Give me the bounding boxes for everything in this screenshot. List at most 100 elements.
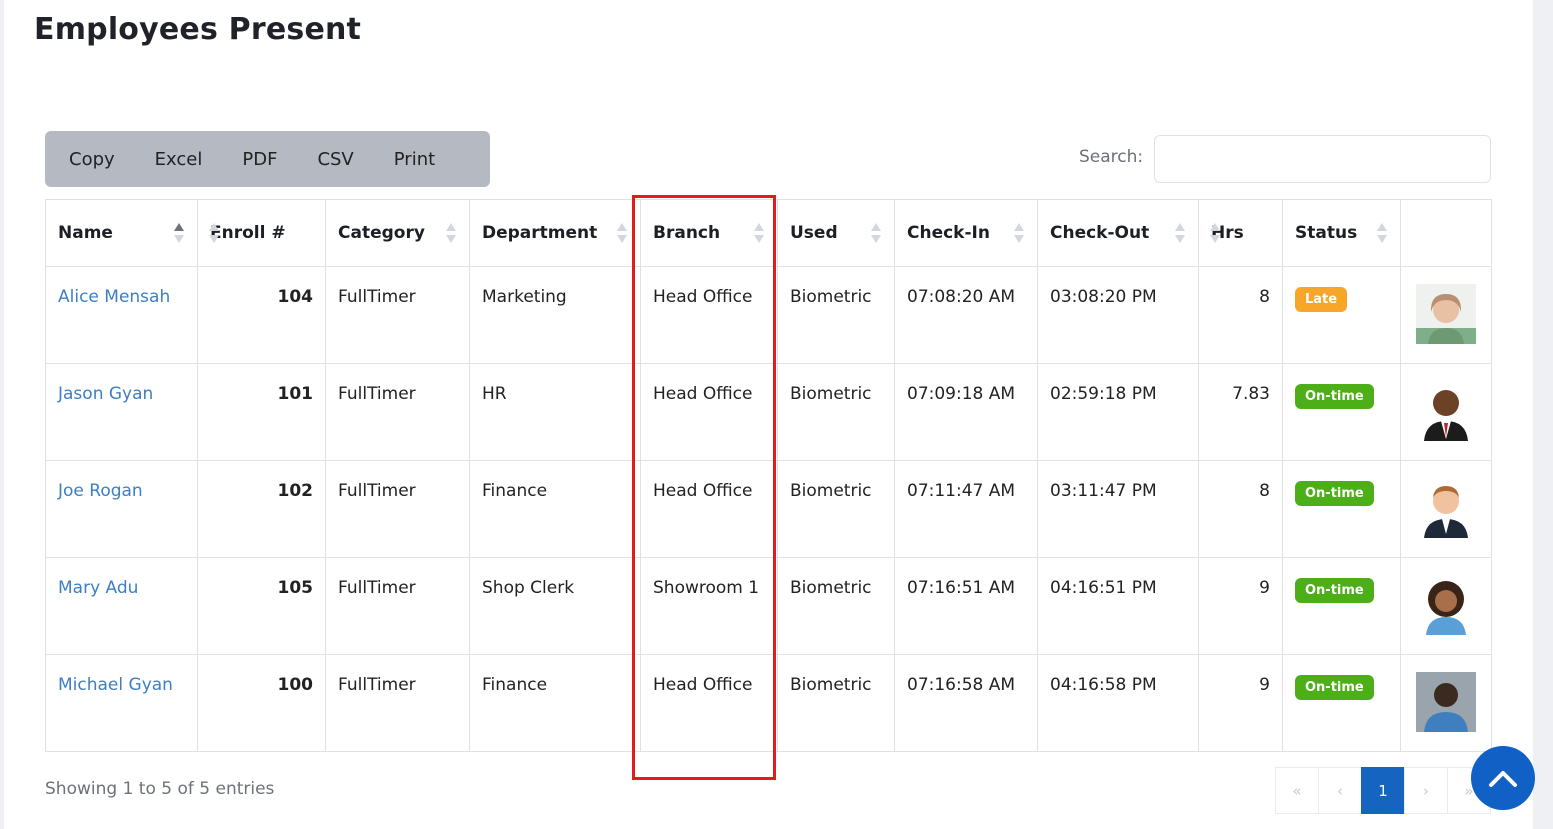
page-title: Employees Present	[34, 12, 362, 47]
column-header-status[interactable]: Status	[1282, 199, 1401, 267]
table-row: Alice Mensah 104 FullTimer Marketing Head Of…	[45, 266, 1492, 364]
cell-hrs: 8	[1198, 460, 1283, 558]
cell-branch: Head Office	[640, 266, 778, 364]
cell-hrs: 8	[1198, 266, 1283, 364]
cell-status: On-time	[1282, 363, 1401, 461]
cell-photo	[1400, 363, 1492, 461]
employees-table: Name Enroll # Category Department Branch…	[45, 199, 1492, 752]
column-header-department[interactable]: Department	[469, 199, 641, 267]
sort-icon	[1174, 222, 1186, 244]
column-header-label: Enroll #	[210, 223, 286, 243]
column-header-name[interactable]: Name	[45, 199, 198, 267]
cell-department: Shop Clerk	[469, 557, 641, 655]
sort-icon	[1013, 222, 1025, 244]
column-header-check-out[interactable]: Check-Out	[1037, 199, 1199, 267]
cell-category: FullTimer	[325, 363, 470, 461]
search-label: Search:	[1079, 147, 1144, 167]
column-header-label: Department	[482, 223, 598, 243]
column-header-label: Status	[1295, 223, 1358, 243]
employee-name-link[interactable]: Mary Adu	[58, 578, 138, 598]
cell-used: Biometric	[777, 363, 895, 461]
cell-check-out: 04:16:51 PM	[1037, 557, 1199, 655]
csv-button[interactable]: CSV	[317, 149, 353, 170]
cell-check-in: 07:11:47 AM	[894, 460, 1038, 558]
search-input[interactable]	[1154, 135, 1491, 183]
avatar	[1416, 478, 1476, 538]
cell-branch: Head Office	[640, 654, 778, 752]
table-row: Michael Gyan 100 FullTimer Finance Head Offi…	[45, 654, 1492, 752]
cell-photo	[1400, 266, 1492, 364]
cell-used: Biometric	[777, 266, 895, 364]
table-row: Joe Rogan 102 FullTimer Finance Head Office B…	[45, 460, 1492, 558]
sort-icon	[870, 222, 882, 244]
pdf-button[interactable]: PDF	[242, 149, 277, 170]
avatar	[1416, 381, 1476, 441]
sort-icon	[1376, 222, 1388, 244]
cell-status: On-time	[1282, 460, 1401, 558]
employee-name-link[interactable]: Alice Mensah	[58, 287, 170, 307]
column-header-label: Name	[58, 223, 113, 243]
cell-enroll: 102	[197, 460, 326, 558]
table-header-row: Name Enroll # Category Department Branch…	[45, 199, 1492, 267]
cell-status: On-time	[1282, 654, 1401, 752]
column-header-check-in[interactable]: Check-In	[894, 199, 1038, 267]
cell-name: Alice Mensah	[45, 266, 198, 364]
cell-department: HR	[469, 363, 641, 461]
excel-button[interactable]: Excel	[155, 149, 203, 170]
cell-photo	[1400, 557, 1492, 655]
cell-enroll: 104	[197, 266, 326, 364]
cell-department: Finance	[469, 654, 641, 752]
previous-page-button[interactable]: ‹	[1318, 767, 1362, 814]
cell-category: FullTimer	[325, 460, 470, 558]
cell-used: Biometric	[777, 460, 895, 558]
page-1-button[interactable]: 1	[1361, 767, 1405, 814]
avatar	[1416, 575, 1476, 635]
pagination: « ‹ 1 › »	[1275, 767, 1491, 814]
sort-asc-icon	[173, 222, 185, 244]
column-header-label: Branch	[653, 223, 721, 243]
chevron-up-icon	[1489, 771, 1517, 787]
column-header-category[interactable]: Category	[325, 199, 470, 267]
cell-branch: Showroom 1	[640, 557, 778, 655]
copy-button[interactable]: Copy	[69, 149, 115, 170]
scroll-to-top-button[interactable]	[1471, 746, 1535, 810]
cell-status: Late	[1282, 266, 1401, 364]
cell-category: FullTimer	[325, 654, 470, 752]
cell-check-in: 07:16:58 AM	[894, 654, 1038, 752]
employee-name-link[interactable]: Michael Gyan	[58, 675, 173, 695]
column-header-label: Check-Out	[1050, 223, 1150, 243]
cell-status: On-time	[1282, 557, 1401, 655]
sort-icon	[753, 222, 765, 244]
cell-photo	[1400, 460, 1492, 558]
employee-name-link[interactable]: Jason Gyan	[58, 384, 153, 404]
cell-enroll: 105	[197, 557, 326, 655]
cell-check-out: 02:59:18 PM	[1037, 363, 1199, 461]
cell-photo	[1400, 654, 1492, 752]
column-header-hrs[interactable]: Hrs	[1198, 199, 1283, 267]
status-badge: On-time	[1295, 675, 1374, 700]
page-right-gutter	[1533, 0, 1553, 829]
avatar	[1416, 284, 1476, 344]
cell-branch: Head Office	[640, 460, 778, 558]
cell-department: Marketing	[469, 266, 641, 364]
cell-branch: Head Office	[640, 363, 778, 461]
cell-check-in: 07:16:51 AM	[894, 557, 1038, 655]
print-button[interactable]: Print	[394, 149, 435, 170]
next-page-button[interactable]: ›	[1404, 767, 1448, 814]
avatar	[1416, 672, 1476, 732]
column-header-used[interactable]: Used	[777, 199, 895, 267]
column-header-enroll[interactable]: Enroll #	[197, 199, 326, 267]
column-header-branch[interactable]: Branch	[640, 199, 778, 267]
first-page-button[interactable]: «	[1275, 767, 1319, 814]
cell-hrs: 7.83	[1198, 363, 1283, 461]
table-info: Showing 1 to 5 of 5 entries	[45, 779, 275, 799]
sort-icon	[616, 222, 628, 244]
cell-check-out: 03:08:20 PM	[1037, 266, 1199, 364]
column-header-label: Used	[790, 223, 838, 243]
cell-name: Michael Gyan	[45, 654, 198, 752]
table-row: Mary Adu 105 FullTimer Shop Clerk Showroom 1…	[45, 557, 1492, 655]
employee-name-link[interactable]: Joe Rogan	[58, 481, 143, 501]
status-badge: On-time	[1295, 384, 1374, 409]
cell-hrs: 9	[1198, 654, 1283, 752]
cell-category: FullTimer	[325, 266, 470, 364]
